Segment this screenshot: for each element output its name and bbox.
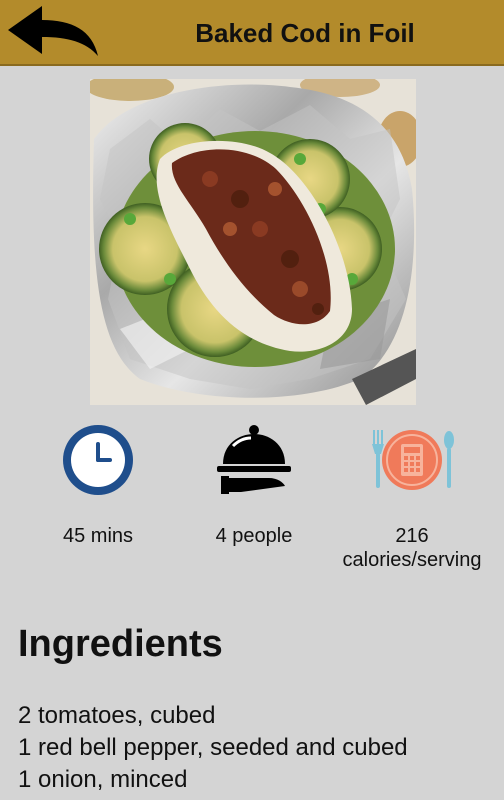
- stat-servings-label: 4 people: [215, 525, 293, 547]
- ingredient-item: 1 red bell pepper, seeded and cubed: [18, 734, 408, 761]
- stat-calories: 216 calories/serving: [328, 420, 496, 572]
- back-arrow-icon: [8, 6, 98, 56]
- ingredients-heading: Ingredients: [18, 623, 223, 665]
- recipe-photo: [90, 79, 416, 405]
- stat-time: 45 mins: [14, 420, 182, 548]
- header-bar: Baked Cod in Foil: [0, 0, 504, 66]
- stat-time-label: 45 mins: [62, 525, 134, 547]
- stat-servings: 4 people: [170, 420, 338, 548]
- ingredient-item: 2 tomatoes, cubed: [18, 702, 216, 729]
- clock-icon: [63, 425, 133, 495]
- page-title: Baked Cod in Foil: [195, 18, 415, 48]
- ingredients-list: 2 tomatoes, cubed 1 red bell pepper, see…: [18, 700, 408, 796]
- serving-cloche-icon: [217, 425, 291, 494]
- stat-calories-label: 216 calories/serving: [342, 525, 482, 571]
- ingredient-item: 1 onion, minced: [18, 766, 188, 793]
- calculator-plate-icon: [372, 430, 454, 490]
- back-button[interactable]: [6, 4, 102, 62]
